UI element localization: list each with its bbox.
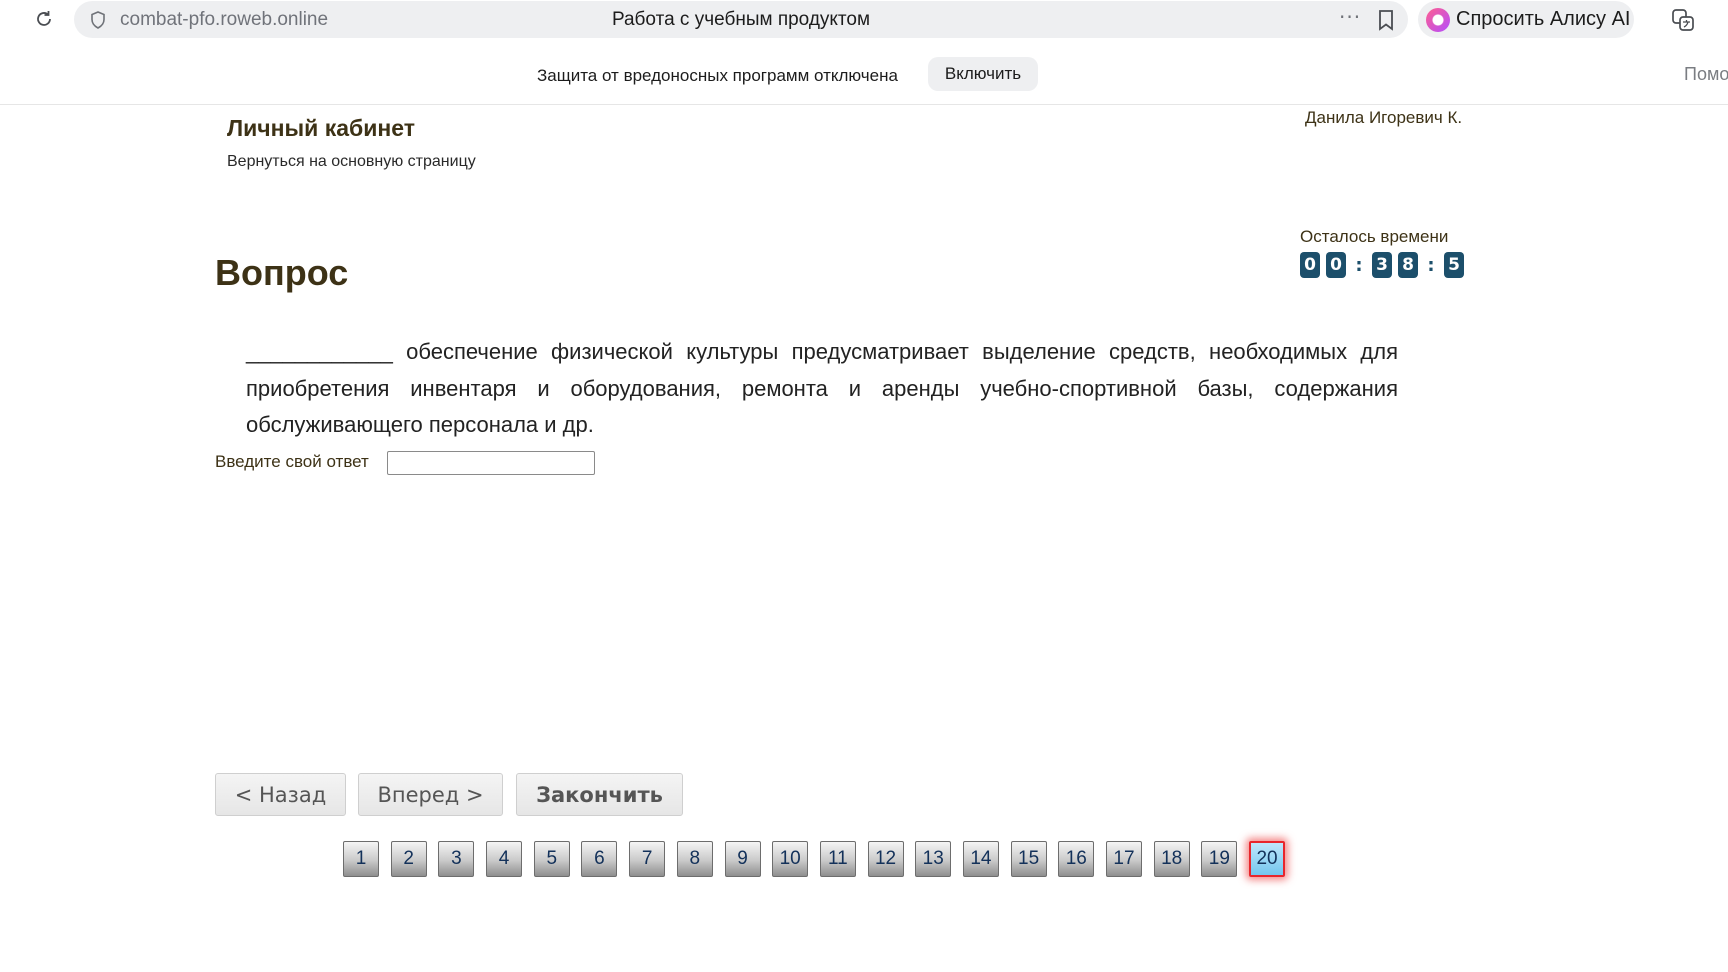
ask-alice-button[interactable]: Спросить Алису AI [1418,1,1634,38]
question-pager: 1 2 3 4 5 6 7 8 9 10 11 12 13 14 15 16 1… [343,841,1297,877]
more-options-icon[interactable]: ··· [1339,5,1361,29]
finish-button[interactable]: Закончить [516,773,683,816]
alice-icon [1426,8,1450,32]
time-remaining-label: Осталось времени [1300,227,1449,246]
page-button-1[interactable]: 1 [343,841,379,877]
browser-toolbar: combat-pfo.roweb.online Работа с учебным… [0,0,1728,38]
back-button[interactable]: < Назад [215,773,346,816]
timer-digit: 0 [1300,252,1320,278]
page-button-3[interactable]: 3 [438,841,475,877]
timer-digit: 0 [1326,252,1346,278]
page-button-16[interactable]: 16 [1058,841,1095,877]
timer-separator: : [1427,254,1435,276]
page-button-4[interactable]: 4 [486,841,523,877]
page-button-15[interactable]: 15 [1010,841,1047,877]
page-button-6[interactable]: 6 [581,841,618,877]
answer-input[interactable] [387,451,595,475]
question-heading: Вопрос [215,252,349,293]
page-button-9[interactable]: 9 [724,841,761,877]
page-button-7[interactable]: 7 [629,841,666,877]
page-button-2[interactable]: 2 [390,841,427,877]
page-button-13[interactable]: 13 [915,841,952,877]
page-button-11[interactable]: 11 [819,841,856,877]
page-button-10[interactable]: 10 [772,841,809,877]
timer-digit: 5 [1444,252,1464,278]
security-infobar: Защита от вредоносных программ отключена… [0,38,1728,105]
page-button-12[interactable]: 12 [867,841,904,877]
enable-protection-button[interactable]: Включить [928,57,1038,91]
translate-icon[interactable] [1670,7,1696,33]
bookmark-icon[interactable] [1376,9,1396,31]
infobar-message: Защита от вредоносных программ отключена [537,66,898,85]
page-button-5[interactable]: 5 [533,841,570,877]
page-button-14[interactable]: 14 [962,841,999,877]
infobar-help-link[interactable]: Помо [1684,64,1728,85]
question-text: ____________ обеспечение физической куль… [246,339,1398,437]
back-to-main-link[interactable]: Вернуться на основную страницу [227,153,476,171]
user-name: Данила Игоревич К. [1305,108,1463,127]
address-bar[interactable]: combat-pfo.roweb.online Работа с учебным… [74,1,1408,38]
countdown-timer: 0 0 : 3 8 : 5 [1300,252,1470,278]
page-button-17[interactable]: 17 [1106,841,1142,877]
timer-digit: 3 [1372,252,1392,278]
personal-cabinet-title: Личный кабинет [227,115,415,141]
page-button-8[interactable]: 8 [676,841,713,877]
page-button-20-current[interactable]: 20 [1249,841,1286,877]
ask-alice-label: Спросить Алису AI [1456,8,1631,30]
next-button[interactable]: Вперед > [358,773,503,816]
page-button-18[interactable]: 18 [1153,841,1190,877]
answer-label: Введите свой ответ [215,452,369,471]
timer-digit: 8 [1398,252,1418,278]
page-button-19[interactable]: 19 [1201,841,1238,877]
reload-icon[interactable] [32,7,56,31]
page-title-in-omnibox: Работа с учебным продуктом [611,9,871,30]
timer-separator: : [1355,254,1363,276]
